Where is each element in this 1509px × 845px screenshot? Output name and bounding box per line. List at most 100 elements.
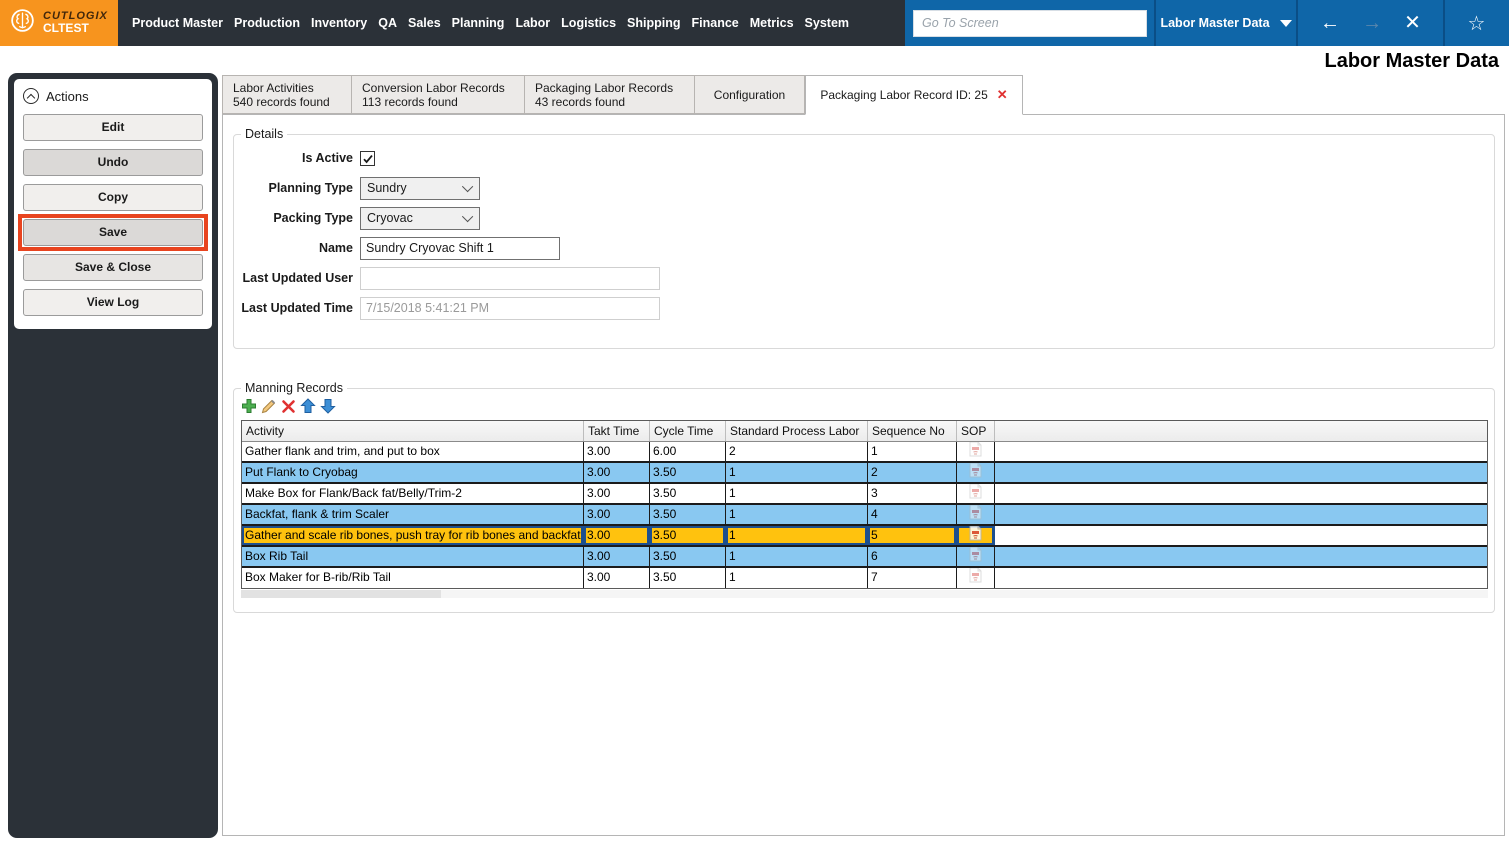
sop-pdf-icon[interactable] [969,484,982,503]
manning-record-row[interactable]: Gather and scale rib bones, push tray fo… [242,526,1487,547]
takt-time-cell[interactable]: 3.00 [584,505,650,524]
menu-item-sales[interactable]: Sales [408,16,441,30]
tab-packaging-labor-record-id-25[interactable]: Packaging Labor Record ID: 25✕ [805,75,1023,115]
save-button[interactable]: Save [23,219,203,246]
edit-button[interactable]: Edit [23,114,203,141]
menu-item-system[interactable]: System [805,16,849,30]
edit-record-icon[interactable] [261,398,277,414]
sop-cell[interactable] [957,526,995,545]
activity-cell[interactable]: Put Flank to Cryobag [242,463,584,482]
screen-selector-dropdown[interactable]: Labor Master Data [1156,0,1296,46]
sop-pdf-icon[interactable] [969,526,982,545]
planning-type-dropdown[interactable]: Sundry [360,177,480,200]
standard-process-labor-cell[interactable]: 1 [726,463,868,482]
cycle-time-cell[interactable]: 3.50 [650,547,726,566]
close-screen-icon[interactable]: ✕ [1404,13,1421,33]
manning-record-row[interactable]: Box Rib Tail3.003.5016 [242,547,1487,568]
takt-time-cell[interactable]: 3.00 [584,568,650,588]
tab-configuration[interactable]: Configuration [695,75,805,114]
manning-record-row[interactable]: Box Maker for B-rib/Rib Tail3.003.5017 [242,568,1487,588]
sequence-no-cell[interactable]: 1 [868,442,957,461]
manning-record-row[interactable]: Put Flank to Cryobag3.003.5012 [242,463,1487,484]
back-arrow-icon[interactable]: ← [1320,13,1340,33]
column-header-sequence-no[interactable]: Sequence No [868,421,957,441]
manning-record-row[interactable]: Gather flank and trim, and put to box3.0… [242,442,1487,463]
takt-time-cell[interactable]: 3.00 [584,547,650,566]
cycle-time-cell[interactable]: 3.50 [650,505,726,524]
menu-item-production[interactable]: Production [234,16,300,30]
last-updated-time-input[interactable] [360,297,660,320]
view-log-button[interactable]: View Log [23,289,203,316]
packing-type-dropdown[interactable]: Cryovac [360,207,480,230]
takt-time-cell[interactable]: 3.00 [584,463,650,482]
forward-arrow-icon[interactable]: → [1362,13,1382,33]
column-header-standard-process-labor[interactable]: Standard Process Labor [726,421,868,441]
sequence-no-cell[interactable]: 2 [868,463,957,482]
activity-cell[interactable]: Backfat, flank & trim Scaler [242,505,584,524]
cycle-time-cell[interactable]: 3.50 [650,526,726,545]
is-active-checkbox[interactable] [360,151,375,166]
menu-item-shipping[interactable]: Shipping [627,16,680,30]
sequence-no-cell[interactable]: 7 [868,568,957,588]
tab-packaging-labor-records[interactable]: Packaging Labor Records43 records found [525,75,695,114]
sop-cell[interactable] [957,442,995,461]
menu-item-inventory[interactable]: Inventory [311,16,367,30]
sequence-no-cell[interactable]: 6 [868,547,957,566]
column-header-takt-time[interactable]: Takt Time [584,421,650,441]
move-down-icon[interactable] [320,398,336,414]
grid-horizontal-scrollbar[interactable] [241,590,1488,598]
standard-process-labor-cell[interactable]: 1 [726,547,868,566]
activity-cell[interactable]: Box Rib Tail [242,547,584,566]
menu-item-qa[interactable]: QA [378,16,397,30]
scrollbar-thumb[interactable] [241,590,441,598]
cycle-time-cell[interactable]: 3.50 [650,463,726,482]
tab-close-icon[interactable]: ✕ [997,87,1008,103]
cycle-time-cell[interactable]: 3.50 [650,568,726,588]
add-record-icon[interactable] [241,398,257,414]
column-header-activity[interactable]: Activity [242,421,584,441]
standard-process-labor-cell[interactable]: 1 [726,568,868,588]
sequence-no-cell[interactable]: 4 [868,505,957,524]
activity-cell[interactable]: Make Box for Flank/Back fat/Belly/Trim-2 [242,484,584,503]
menu-item-finance[interactable]: Finance [692,16,739,30]
copy-button[interactable]: Copy [23,184,203,211]
sop-pdf-icon[interactable] [969,505,982,524]
sequence-no-cell[interactable]: 3 [868,484,957,503]
menu-item-product-master[interactable]: Product Master [132,16,223,30]
activity-cell[interactable]: Gather and scale rib bones, push tray fo… [242,526,584,545]
sop-cell[interactable] [957,484,995,503]
sop-cell[interactable] [957,505,995,524]
move-up-icon[interactable] [300,398,316,414]
manning-record-row[interactable]: Make Box for Flank/Back fat/Belly/Trim-2… [242,484,1487,505]
standard-process-labor-cell[interactable]: 2 [726,442,868,461]
standard-process-labor-cell[interactable]: 1 [726,526,868,545]
sop-cell[interactable] [957,568,995,588]
undo-button[interactable]: Undo [23,149,203,176]
tab-labor-activities[interactable]: Labor Activities540 records found [222,75,352,114]
menu-item-logistics[interactable]: Logistics [561,16,616,30]
menu-item-planning[interactable]: Planning [452,16,505,30]
column-header-cycle-time[interactable]: Cycle Time [650,421,726,441]
sop-cell[interactable] [957,547,995,566]
favorite-star-icon[interactable]: ☆ [1445,0,1508,46]
sop-pdf-icon[interactable] [969,568,982,588]
menu-item-labor[interactable]: Labor [515,16,550,30]
activity-cell[interactable]: Gather flank and trim, and put to box [242,442,584,461]
menu-item-metrics[interactable]: Metrics [750,16,794,30]
sop-cell[interactable] [957,463,995,482]
standard-process-labor-cell[interactable]: 1 [726,505,868,524]
sop-pdf-icon[interactable] [969,547,982,566]
cycle-time-cell[interactable]: 6.00 [650,442,726,461]
tab-conversion-labor-records[interactable]: Conversion Labor Records113 records foun… [352,75,525,114]
save-close-button[interactable]: Save & Close [23,254,203,281]
takt-time-cell[interactable]: 3.00 [584,442,650,461]
sequence-no-cell[interactable]: 5 [868,526,957,545]
sop-pdf-icon[interactable] [969,463,982,482]
takt-time-cell[interactable]: 3.00 [584,526,650,545]
manning-record-row[interactable]: Backfat, flank & trim Scaler3.003.5014 [242,505,1487,526]
sop-pdf-icon[interactable] [969,442,982,461]
go-to-screen-input[interactable] [913,10,1147,37]
takt-time-cell[interactable]: 3.00 [584,484,650,503]
cycle-time-cell[interactable]: 3.50 [650,484,726,503]
last-updated-user-input[interactable] [360,267,660,290]
